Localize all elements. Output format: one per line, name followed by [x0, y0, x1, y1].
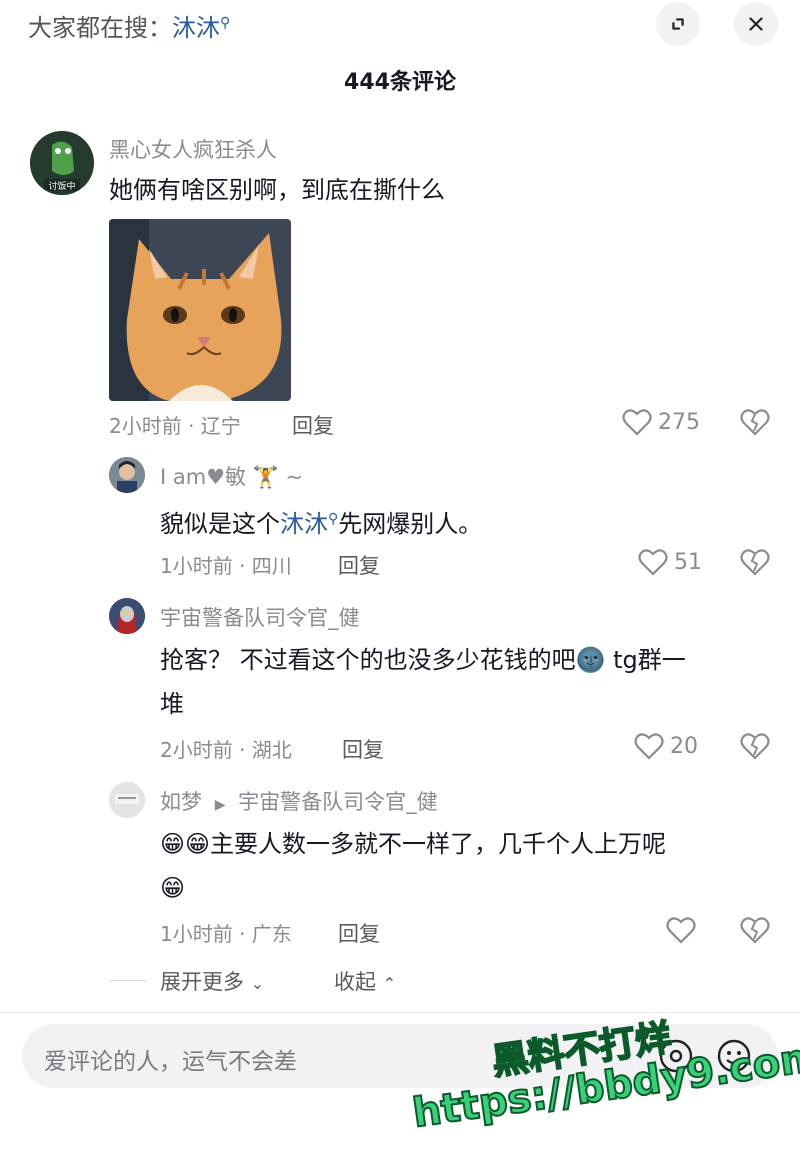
chevron-up-icon: ⌃: [382, 974, 397, 993]
like-count: 51: [674, 549, 702, 575]
broken-heart-icon: [740, 733, 770, 760]
comment-input-placeholder: 爱评论的人，运气不会差: [44, 1049, 297, 1075]
reply-button[interactable]: 回复: [338, 550, 380, 580]
comment-username[interactable]: I am♥敏 🏋 ~: [160, 461, 303, 491]
avatar[interactable]: [109, 457, 145, 493]
reply-button[interactable]: 回复: [338, 918, 380, 948]
chevron-down-icon: ⌄: [250, 974, 265, 993]
expand-icon: [672, 18, 684, 30]
heart-icon: [666, 917, 696, 944]
close-button[interactable]: [734, 2, 778, 46]
search-keyword[interactable]: 沐沐: [172, 14, 220, 42]
comment-meta: 1小时前 · 四川: [160, 554, 292, 578]
comment-text-line-1: 😁😁主要人数一多就不一样了，几千个人上万呢: [160, 830, 667, 858]
divider-line: [109, 980, 147, 981]
dislike-button[interactable]: [740, 408, 770, 440]
reply-arrow-icon: ▶: [214, 797, 226, 813]
search-prefix: 大家都在搜：: [28, 14, 172, 42]
broken-heart-icon: [740, 409, 770, 436]
watermark: 黑料不打烊 https://bbdy9.com: [392, 984, 800, 1162]
like-button[interactable]: [666, 916, 702, 944]
like-count: 275: [658, 409, 700, 435]
keyword-link[interactable]: 沐沐: [280, 510, 328, 538]
search-icon: ⚲: [328, 511, 339, 527]
expand-button[interactable]: [656, 2, 700, 46]
cat-meme-image[interactable]: [109, 219, 291, 401]
dislike-button[interactable]: [740, 732, 770, 764]
comment-meta: 1小时前 · 广东: [160, 922, 292, 946]
comment-username[interactable]: 宇宙警备队司令官_健: [160, 602, 360, 632]
avatar[interactable]: [109, 782, 145, 818]
username-link[interactable]: 如梦: [160, 790, 202, 814]
reply-button[interactable]: 回复: [292, 410, 334, 440]
broken-heart-icon: [740, 549, 770, 576]
heart-icon: [638, 549, 668, 576]
top-bar: 大家都在搜：沐沐⚲: [0, 0, 800, 50]
dislike-button[interactable]: [740, 548, 770, 580]
search-suggestion[interactable]: 大家都在搜：沐沐⚲: [28, 8, 230, 43]
comment-text-line-1: 抢客？ 不过看这个的也没多少花钱的吧🌚 tg群一: [160, 646, 686, 674]
comment-username: 如梦 ▶ 宇宙警备队司令官_健: [160, 786, 438, 816]
collapse-button[interactable]: 收起 ⌃: [334, 966, 396, 996]
close-icon: [749, 17, 763, 31]
comment-text: 她俩有啥区别啊，到底在撕什么: [109, 176, 445, 204]
comment-count-title: 444条评论: [344, 70, 456, 95]
comment-username[interactable]: 黑心女人疯狂杀人: [109, 134, 277, 164]
avatar-label: 讨饭中: [48, 180, 75, 192]
heart-icon: [622, 409, 652, 436]
like-button[interactable]: 51: [638, 548, 702, 576]
comment-text-line-2: 堆: [160, 690, 184, 718]
comment-text-line-2: 😁: [160, 874, 186, 902]
broken-heart-icon: [740, 917, 770, 944]
comment-meta: 2小时前 · 辽宁: [109, 414, 241, 438]
like-count: 20: [670, 733, 698, 759]
search-icon: ⚲: [220, 15, 231, 31]
heart-icon: [634, 733, 664, 760]
dislike-button[interactable]: [740, 916, 770, 948]
reply-button[interactable]: 回复: [342, 734, 384, 764]
avatar[interactable]: [109, 598, 145, 634]
like-button[interactable]: 20: [634, 732, 698, 760]
comment-meta: 2小时前 · 湖北: [160, 738, 292, 762]
replies-controls: 展开更多 ⌄ 收起 ⌃: [0, 966, 800, 996]
expand-more-button[interactable]: 展开更多 ⌄: [160, 966, 264, 996]
comment-text: 貌似是这个沐沐⚲先网爆别人。: [160, 510, 483, 538]
like-button[interactable]: 275: [622, 408, 700, 436]
reply-to-username[interactable]: 宇宙警备队司令官_健: [238, 790, 438, 814]
avatar[interactable]: 讨饭中: [30, 131, 94, 195]
